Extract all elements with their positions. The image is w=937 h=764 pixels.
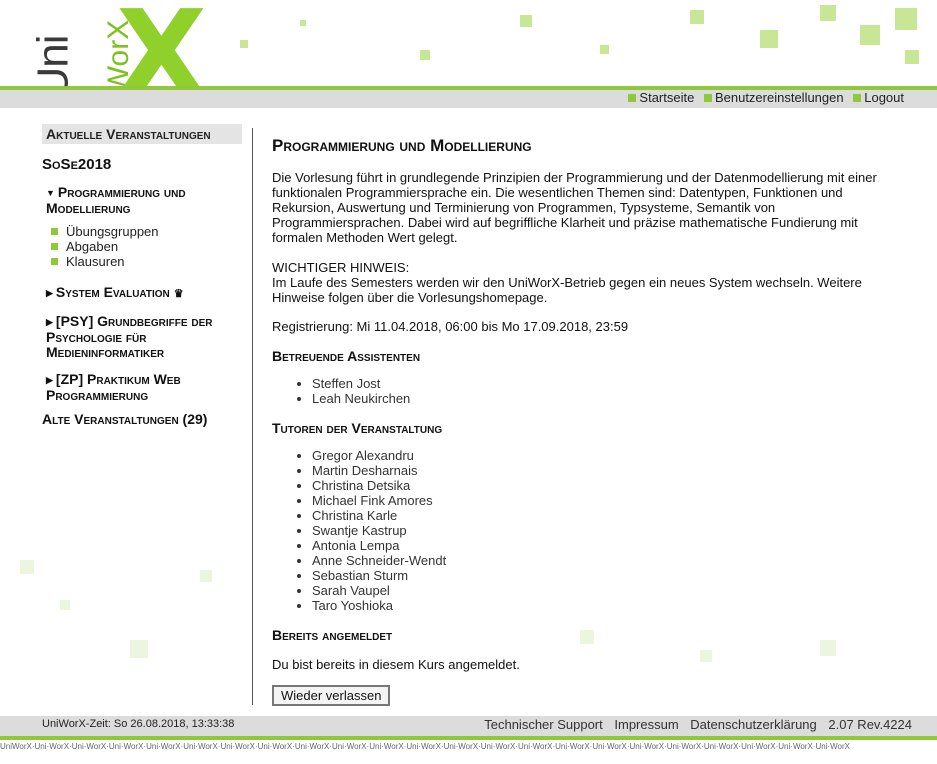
list-item: Leah Neukirchen: [312, 391, 892, 406]
leave-course-button[interactable]: Wieder verlassen: [272, 685, 391, 706]
submenu-label: Klausuren: [66, 254, 125, 269]
sidebar-divider: [252, 128, 253, 705]
registered-text: Du bist bereits in diesem Kurs angemelde…: [272, 657, 520, 672]
list-item: Swantje Kastrup: [312, 523, 892, 538]
triangle-right-icon: ▶: [46, 375, 53, 385]
decor-square: [200, 570, 212, 582]
decor-square: [130, 640, 148, 658]
decor-square: [520, 15, 532, 27]
submenu-abgaben[interactable]: Abgaben: [51, 239, 252, 254]
nav-startseite-label: Startseite: [639, 90, 695, 105]
decor-square: [895, 8, 917, 30]
bullet-icon: [51, 243, 58, 250]
list-item: Gregor Alexandru: [312, 448, 892, 463]
nav-logout[interactable]: Logout: [853, 90, 904, 106]
decor-square: [240, 40, 248, 48]
page-header: Uni WorX X Startseite Benutzereinstellun…: [0, 0, 937, 112]
course-psy[interactable]: ▶ [PSY] Grundbegriffe der Psychologie für…: [46, 314, 252, 360]
list-item: Michael Fink Amores: [312, 493, 892, 508]
nav-benutzereinstellungen[interactable]: Benutzereinstellungen: [703, 90, 844, 106]
decor-square: [300, 20, 306, 26]
footer-datenschutz[interactable]: Datenschutzerklärung: [690, 717, 816, 732]
page-title: Programmierung und Modellierung: [272, 136, 532, 155]
page-footer: UniWorX-Zeit: So 26.08.2018, 13:33:38 Te…: [0, 716, 937, 736]
assistants-list: Steffen Jost Leah Neukirchen: [272, 376, 892, 406]
course-zp[interactable]: ▶ [ZP] Praktikum Web Programmierung: [46, 372, 252, 403]
registered-heading: Bereits angemeldet: [272, 627, 393, 643]
decor-square: [905, 50, 919, 64]
course-label: System Evaluation: [55, 284, 170, 300]
decor-square: [420, 50, 430, 60]
notice-text: Im Laufe des Semesters werden wir den Un…: [272, 275, 862, 305]
nav-bullet-icon: [853, 94, 862, 102]
decor-square: [600, 45, 609, 54]
triangle-right-icon: ▶: [46, 288, 53, 298]
crown-icon: ♛: [173, 288, 184, 300]
submenu-klausuren[interactable]: Klausuren: [51, 254, 252, 269]
notice: WICHTIGER HINWEIS: Im Laufe des Semester…: [272, 260, 892, 305]
tutors-list: Gregor Alexandru Martin Desharnais Chris…: [272, 448, 892, 613]
decor-square: [690, 10, 704, 24]
bullet-icon: [51, 258, 58, 265]
footer-accent-bar: [0, 736, 937, 740]
footer-impressum[interactable]: Impressum: [614, 717, 678, 732]
list-item: Sarah Vaupel: [312, 583, 892, 598]
course-label: Programmierung und Modellierung: [46, 184, 186, 216]
submenu-uebungsgruppen[interactable]: Übungsgruppen: [51, 224, 252, 239]
decor-square: [60, 600, 70, 610]
list-item: Steffen Jost: [312, 376, 892, 391]
list-item: Christina Karle: [312, 508, 892, 523]
decor-square: [760, 30, 778, 48]
semester-label[interactable]: SoSe2018: [42, 156, 252, 173]
nav-bullet-icon: [628, 94, 637, 102]
top-nav: Startseite Benutzereinstellungen Logout: [0, 90, 937, 108]
list-item: Martin Desharnais: [312, 463, 892, 478]
nav-logout-label: Logout: [864, 90, 904, 105]
submenu-label: Abgaben: [66, 239, 119, 254]
bullet-icon: [51, 228, 58, 235]
list-item: Anne Schneider-Wendt: [312, 553, 892, 568]
nav-benutzereinstellungen-label: Benutzereinstellungen: [714, 90, 844, 105]
assistants-heading: Betreuende Assistenten: [272, 348, 421, 364]
list-item: Taro Yoshioka: [312, 598, 892, 613]
triangle-down-icon: ▼: [46, 188, 55, 198]
submenu-label: Übungsgruppen: [66, 224, 159, 239]
course-system-evaluation[interactable]: ▶ System Evaluation ♛: [46, 285, 252, 302]
course-label: [PSY] Grundbegriffe der Psychologie für …: [46, 313, 213, 360]
notice-title: WICHTIGER HINWEIS:: [272, 260, 410, 275]
nav-bullet-icon: [703, 94, 712, 102]
list-item: Sebastian Sturm: [312, 568, 892, 583]
tutors-heading: Tutoren der Veranstaltung: [272, 420, 443, 436]
course-submenu: Übungsgruppen Abgaben Klausuren: [51, 224, 252, 269]
version-label: 2.07 Rev.4224: [828, 717, 912, 732]
footer-links: Technischer Support Impressum Datenschut…: [476, 717, 912, 732]
course-programmierung[interactable]: ▼ Programmierung und Modellierung: [46, 185, 252, 216]
footer-technischer-support[interactable]: Technischer Support: [484, 717, 603, 732]
server-time: UniWorX-Zeit: So 26.08.2018, 13:33:38: [42, 718, 235, 730]
old-courses-link[interactable]: Alte Veranstaltungen (29): [42, 411, 252, 427]
footer-watermark: UniWorX·Uni·WorX·Uni·WorX·Uni·WorX·Uni·W…: [0, 742, 850, 751]
sidebar: Aktuelle Veranstaltungen SoSe2018 ▼ Progr…: [42, 124, 252, 427]
sidebar-heading: Aktuelle Veranstaltungen: [42, 124, 242, 144]
decor-square: [820, 5, 836, 21]
nav-startseite[interactable]: Startseite: [628, 90, 694, 106]
decor-square: [20, 560, 34, 574]
course-label: [ZP] Praktikum Web Programmierung: [46, 371, 181, 403]
list-item: Antonia Lempa: [312, 538, 892, 553]
decor-square: [860, 25, 880, 45]
course-description: Die Vorlesung führt in grundlegende Prin…: [272, 170, 877, 245]
triangle-right-icon: ▶: [46, 317, 53, 327]
main-content: Programmierung und Modellierung Die Vorl…: [272, 136, 892, 706]
registration-period: Registrierung: Mi 11.04.2018, 06:00 bis …: [272, 319, 629, 334]
list-item: Christina Detsika: [312, 478, 892, 493]
